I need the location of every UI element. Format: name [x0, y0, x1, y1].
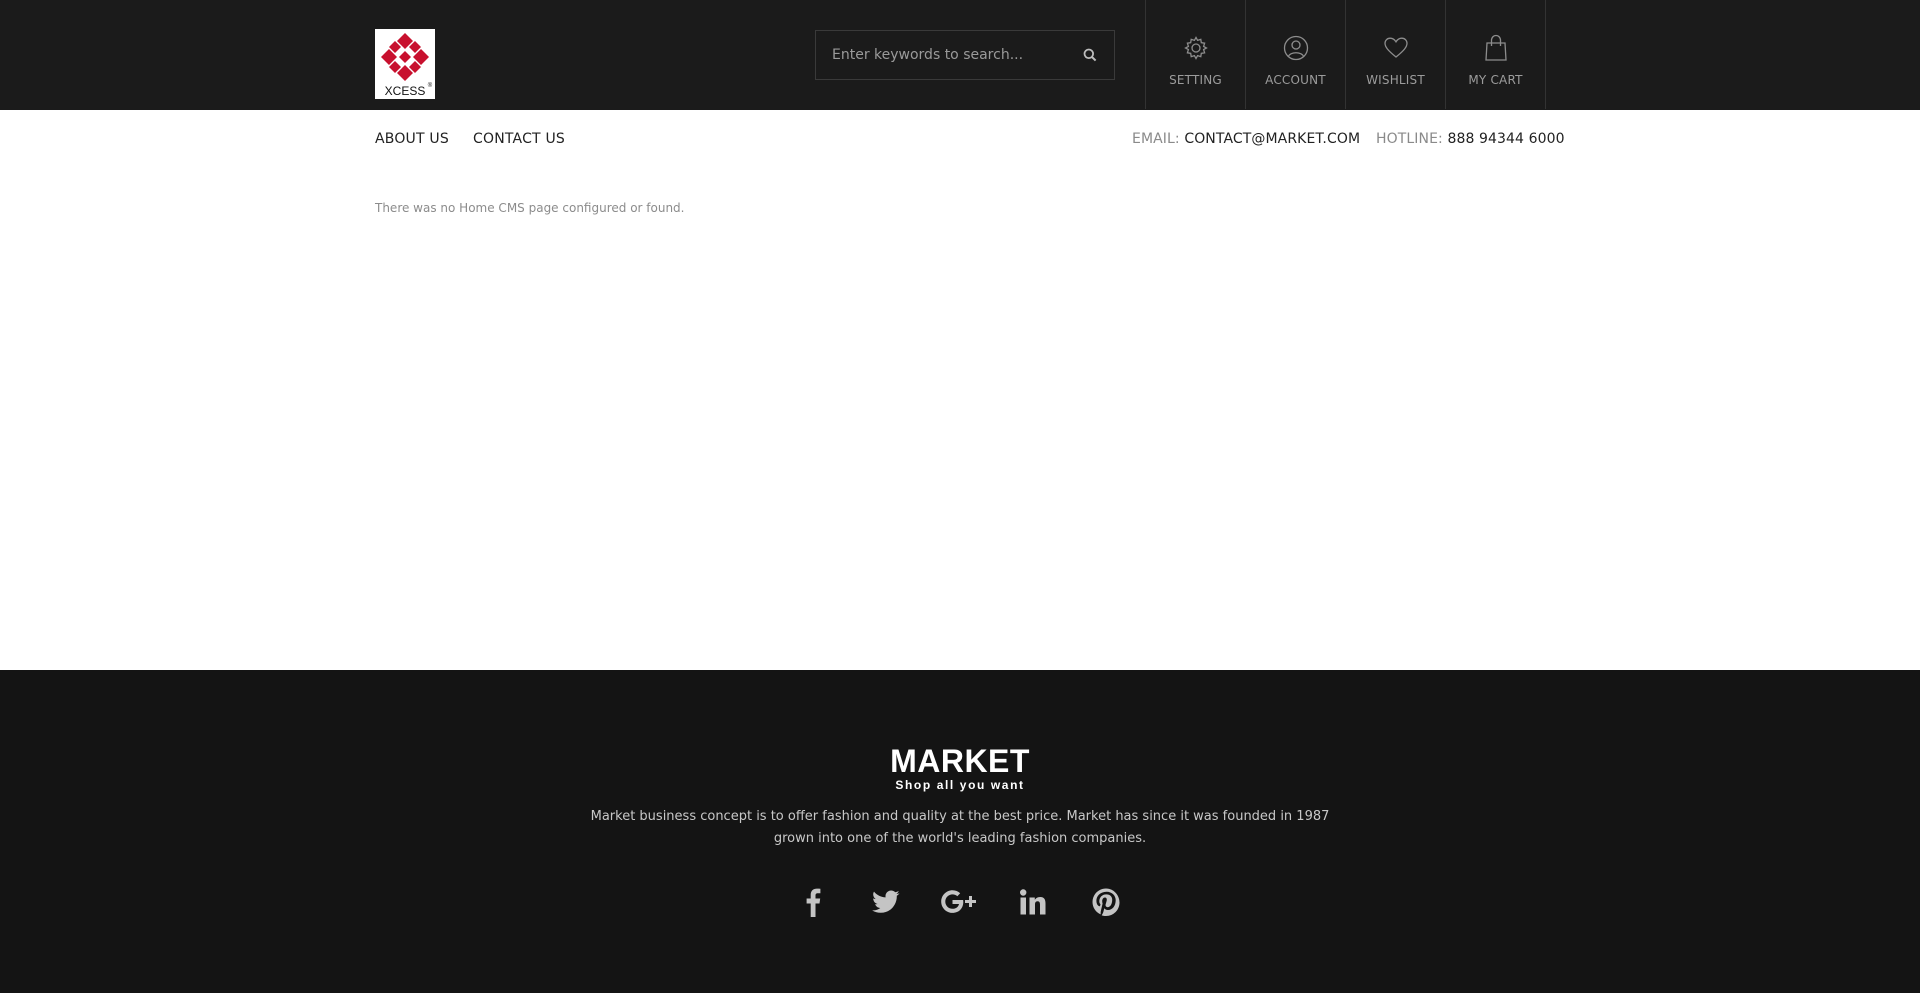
contact-us-link[interactable]: CONTACT US: [473, 131, 565, 147]
search-box: [815, 30, 1115, 80]
about-us-link[interactable]: ABOUT US: [375, 131, 449, 147]
xcess-logo-mark: XCESS ®: [381, 33, 433, 98]
user-icon: [1283, 35, 1308, 61]
google-plus-icon: [941, 890, 976, 913]
shopping-bag-icon: [1484, 34, 1507, 61]
footer-brand-name: MARKET: [890, 743, 1030, 779]
footer-description-line-2: grown into one of the world's leading fa…: [773, 831, 1147, 846]
account-label: ACCOUNT: [1265, 73, 1326, 87]
email-info: EMAIL: CONTACT@MARKET.COM: [1132, 131, 1360, 147]
hotline-label: HOTLINE:: [1376, 131, 1443, 147]
cms-not-found-message: There was no Home CMS page configured or…: [375, 201, 685, 215]
svg-text:®: ®: [428, 82, 433, 89]
google-plus-link[interactable]: [940, 882, 980, 922]
search-icon: [1083, 48, 1097, 62]
twitter-link[interactable]: [866, 882, 906, 922]
facebook-link[interactable]: [793, 882, 833, 922]
my-cart-button[interactable]: MY CART: [1445, 0, 1546, 109]
search-button[interactable]: [1066, 31, 1114, 79]
email-value[interactable]: CONTACT@MARKET.COM: [1184, 131, 1360, 147]
my-cart-label: MY CART: [1468, 73, 1523, 87]
footer-description-line-1: Market business concept is to offer fash…: [590, 809, 1330, 824]
email-label: EMAIL:: [1132, 131, 1180, 147]
hotline-value: 888 94344 6000: [1447, 131, 1565, 147]
facebook-icon: [806, 888, 821, 917]
footer: MARKET Shop all you want Market business…: [0, 670, 1920, 993]
wishlist-label: WISHLIST: [1366, 73, 1425, 87]
twitter-icon: [872, 890, 900, 913]
footer-description: Market business concept is to offer fash…: [560, 806, 1360, 850]
wishlist-button[interactable]: WISHLIST: [1345, 0, 1445, 109]
pinterest-icon: [1092, 888, 1120, 916]
setting-button[interactable]: SETTING: [1145, 0, 1245, 109]
pinterest-link[interactable]: [1086, 882, 1126, 922]
logo-text: XCESS: [385, 84, 426, 98]
top-header: XCESS ® SETTING: [0, 0, 1920, 110]
footer-brand-tagline: Shop all you want: [895, 778, 1025, 792]
linkedin-icon: [1020, 889, 1046, 915]
hotline-info: HOTLINE: 888 94344 6000: [1376, 131, 1565, 147]
gear-icon: [1183, 36, 1208, 60]
footer-brand: MARKET Shop all you want: [885, 744, 1035, 792]
store-logo[interactable]: XCESS ®: [375, 29, 435, 99]
linkedin-link[interactable]: [1013, 882, 1053, 922]
search-input[interactable]: [816, 31, 1072, 79]
secondary-nav: ABOUT US CONTACT US EMAIL: CONTACT@MARKE…: [0, 110, 1920, 170]
heart-icon: [1383, 37, 1408, 58]
setting-label: SETTING: [1169, 73, 1222, 87]
account-button[interactable]: ACCOUNT: [1245, 0, 1345, 109]
